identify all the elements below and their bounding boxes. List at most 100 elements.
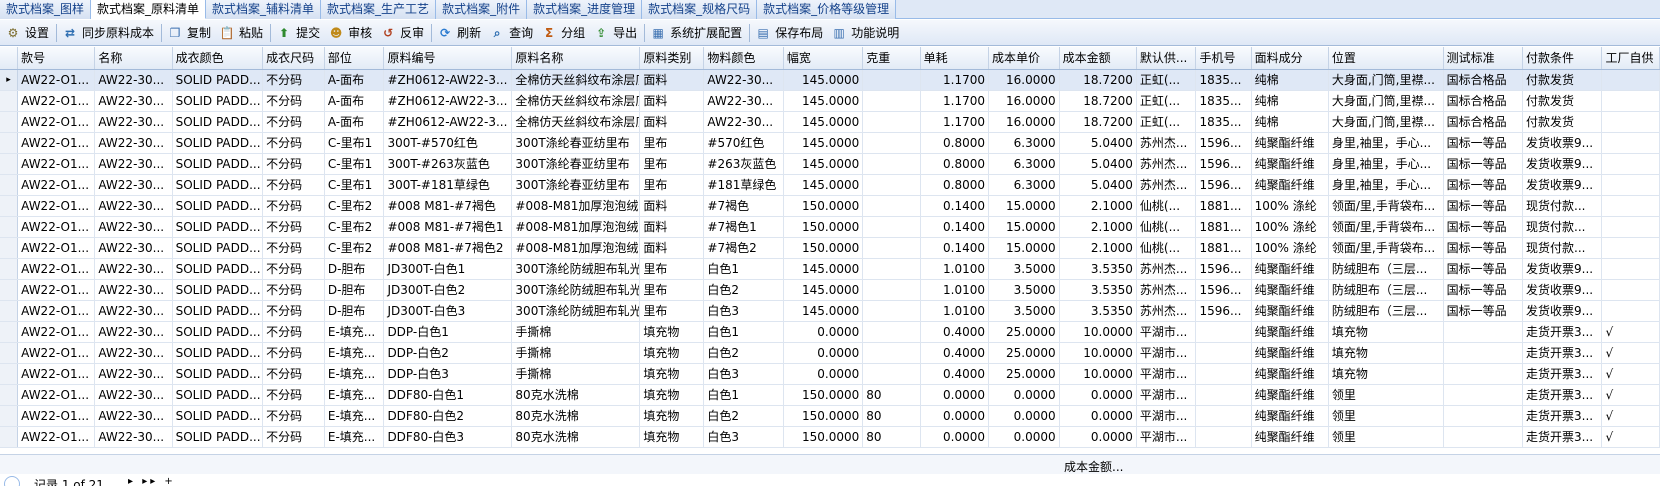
table-cell[interactable]: 不分码 bbox=[262, 384, 325, 406]
table-cell[interactable]: D-胆布 bbox=[324, 279, 385, 301]
table-cell[interactable] bbox=[1443, 342, 1524, 364]
table-cell[interactable]: 1835... bbox=[1195, 111, 1252, 133]
table-cell[interactable] bbox=[1601, 111, 1660, 133]
table-cell[interactable]: 白色2 bbox=[703, 342, 784, 364]
tab-6[interactable]: 款式档案_规格尺码 bbox=[642, 0, 758, 19]
table-cell[interactable]: AW22-O1... bbox=[17, 237, 96, 259]
table-cell[interactable]: 0.8000 bbox=[920, 132, 990, 154]
table-cell[interactable]: AW22-30... bbox=[94, 132, 173, 154]
table-cell[interactable] bbox=[1443, 426, 1524, 448]
table-cell[interactable] bbox=[862, 279, 921, 301]
table-cell[interactable]: 不分码 bbox=[262, 174, 325, 196]
table-cell[interactable]: 0.0000 bbox=[1059, 405, 1137, 427]
table-cell[interactable]: 白色1 bbox=[703, 258, 784, 280]
column-header-1[interactable]: 名称 bbox=[94, 47, 173, 70]
table-cell[interactable]: AW22-O1... bbox=[17, 384, 96, 406]
table-cell[interactable]: 不分码 bbox=[262, 300, 325, 322]
table-cell[interactable]: 80 bbox=[862, 405, 921, 427]
table-cell[interactable] bbox=[1601, 69, 1660, 91]
table-cell[interactable] bbox=[862, 153, 921, 175]
column-header-3[interactable]: 成衣尺码 bbox=[262, 47, 325, 70]
table-cell[interactable]: 6.3000 bbox=[988, 132, 1060, 154]
table-row[interactable]: AW22-O1... AW22-30... SOLID PADD... 不分码 E-填充… bbox=[0, 363, 1660, 385]
column-header-7[interactable]: 原料类别 bbox=[639, 47, 705, 70]
table-cell[interactable]: 0.0000 bbox=[920, 405, 990, 427]
table-cell[interactable]: 苏州杰... bbox=[1136, 132, 1197, 154]
table-row[interactable]: AW22-O1... AW22-30... SOLID PADD... 不分码 C-里布… bbox=[0, 153, 1660, 175]
toolbar-button-3[interactable]: 📋 粘贴 bbox=[216, 22, 268, 44]
table-cell[interactable]: 里布 bbox=[639, 279, 705, 301]
table-cell[interactable]: 现货付款... bbox=[1522, 195, 1603, 217]
table-cell[interactable]: SOLID PADD... bbox=[172, 258, 264, 280]
table-cell[interactable]: 150.0000 bbox=[783, 405, 864, 427]
table-cell[interactable]: 不分码 bbox=[262, 426, 325, 448]
table-cell[interactable]: 正虹(... bbox=[1136, 69, 1197, 91]
table-cell[interactable]: #7褐色1 bbox=[703, 216, 784, 238]
table-cell[interactable]: AW22-O1... bbox=[17, 153, 96, 175]
table-cell[interactable]: 仙桃(... bbox=[1136, 216, 1197, 238]
table-cell[interactable]: #7褐色 bbox=[703, 195, 784, 217]
table-cell[interactable]: 国标一等品 bbox=[1443, 216, 1524, 238]
table-cell[interactable]: JD300T-白色1 bbox=[383, 258, 513, 280]
row-indicator[interactable] bbox=[0, 132, 19, 154]
table-cell[interactable]: 3.5000 bbox=[988, 300, 1060, 322]
column-header-18[interactable]: 测试标准 bbox=[1443, 47, 1524, 70]
column-header-11[interactable]: 单耗 bbox=[920, 47, 990, 70]
row-indicator[interactable] bbox=[0, 90, 19, 112]
table-cell[interactable]: DDF80-白色3 bbox=[383, 426, 513, 448]
table-cell[interactable]: 不分码 bbox=[262, 342, 325, 364]
table-cell[interactable]: 国标一等品 bbox=[1443, 174, 1524, 196]
table-cell[interactable]: 里布 bbox=[639, 258, 705, 280]
table-cell[interactable]: 300T涤纶防绒胆布轧光底 bbox=[511, 279, 641, 301]
table-cell[interactable]: 苏州杰... bbox=[1136, 279, 1197, 301]
table-cell[interactable]: 1596... bbox=[1195, 153, 1252, 175]
table-cell[interactable]: 付款发货 bbox=[1522, 90, 1603, 112]
table-cell[interactable]: SOLID PADD... bbox=[172, 111, 264, 133]
table-row[interactable]: AW22-O1... AW22-30... SOLID PADD... 不分码 D-胆布… bbox=[0, 300, 1660, 322]
table-cell[interactable] bbox=[862, 132, 921, 154]
table-cell[interactable] bbox=[1601, 216, 1660, 238]
table-cell[interactable] bbox=[862, 90, 921, 112]
table-cell[interactable]: E-填充... bbox=[324, 363, 385, 385]
table-cell[interactable] bbox=[1601, 237, 1660, 259]
toolbar-button-13[interactable]: ▥ 功能说明 bbox=[828, 22, 904, 44]
tab-3[interactable]: 款式档案_生产工艺 bbox=[321, 0, 437, 19]
table-row[interactable]: AW22-O1... AW22-30... SOLID PADD... 不分码 E-填充… bbox=[0, 405, 1660, 427]
table-cell[interactable]: 白色3 bbox=[703, 300, 784, 322]
table-cell[interactable]: A-面布 bbox=[324, 90, 385, 112]
table-cell[interactable]: SOLID PADD... bbox=[172, 321, 264, 343]
table-cell[interactable]: 不分码 bbox=[262, 153, 325, 175]
table-cell[interactable]: C-里布1 bbox=[324, 174, 385, 196]
column-header-8[interactable]: 物料颜色 bbox=[703, 47, 784, 70]
table-cell[interactable]: 300T-#570红色 bbox=[383, 132, 513, 154]
table-cell[interactable]: 145.0000 bbox=[783, 300, 864, 322]
table-cell[interactable]: 0.4000 bbox=[920, 342, 990, 364]
table-cell[interactable] bbox=[862, 174, 921, 196]
table-cell[interactable]: 白色3 bbox=[703, 426, 784, 448]
table-cell[interactable]: 纯棉 bbox=[1251, 90, 1329, 112]
table-cell[interactable]: 仙桃(... bbox=[1136, 237, 1197, 259]
table-cell[interactable]: 1.1700 bbox=[920, 90, 990, 112]
table-cell[interactable]: AW22-30... bbox=[94, 237, 173, 259]
table-cell[interactable]: #008 M81-#7褐色1 bbox=[383, 216, 513, 238]
toolbar-button-11[interactable]: ▦ 系统扩展配置 bbox=[647, 22, 747, 44]
toolbar-button-7[interactable]: ⟳ 刷新 bbox=[434, 22, 486, 44]
table-row[interactable]: AW22-O1... AW22-30... SOLID PADD... 不分码 A-面布… bbox=[0, 90, 1660, 112]
table-cell[interactable]: AW22-30... bbox=[94, 111, 173, 133]
table-cell[interactable]: D-胆布 bbox=[324, 300, 385, 322]
table-cell[interactable]: JD300T-白色2 bbox=[383, 279, 513, 301]
table-cell[interactable]: 80克水洗棉 bbox=[511, 405, 641, 427]
table-cell[interactable]: 25.0000 bbox=[988, 342, 1060, 364]
table-cell[interactable]: 1596... bbox=[1195, 132, 1252, 154]
table-cell[interactable]: AW22-30... bbox=[94, 300, 173, 322]
table-cell[interactable]: 领面/里,手背袋布... bbox=[1328, 237, 1444, 259]
table-cell[interactable] bbox=[1443, 384, 1524, 406]
table-cell[interactable]: 白色1 bbox=[703, 384, 784, 406]
table-cell[interactable]: 1596... bbox=[1195, 174, 1252, 196]
table-cell[interactable]: A-面布 bbox=[324, 69, 385, 91]
table-cell[interactable]: #008-M81加厚泡泡绒 bbox=[511, 237, 641, 259]
table-cell[interactable] bbox=[862, 237, 921, 259]
table-cell[interactable]: 国标一等品 bbox=[1443, 258, 1524, 280]
toolbar-button-2[interactable]: ❐ 复制 bbox=[164, 22, 216, 44]
table-cell[interactable]: 80克水洗棉 bbox=[511, 384, 641, 406]
